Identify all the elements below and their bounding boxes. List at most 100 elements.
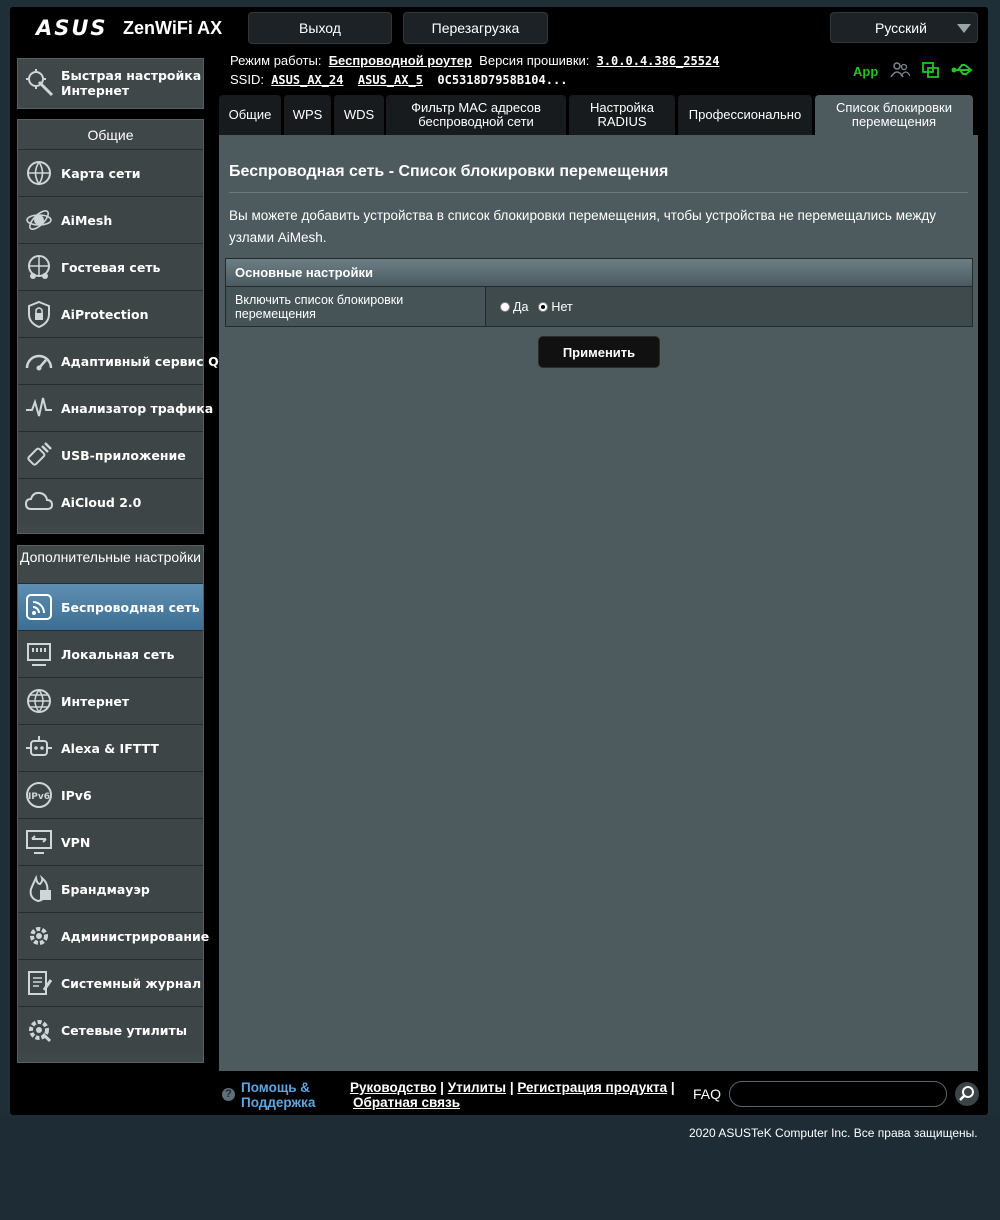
quick-setup-wand-icon bbox=[26, 69, 54, 97]
chevron-down-icon bbox=[957, 24, 971, 33]
general-title: Общие bbox=[87, 127, 134, 143]
language-select[interactable]: Русский bbox=[830, 12, 978, 43]
sidebar-item-vpn[interactable]: VPN bbox=[18, 818, 203, 865]
clients-icon[interactable] bbox=[890, 61, 910, 79]
tab-wps[interactable]: WPS bbox=[284, 95, 331, 135]
model-name: ZenWiFi AX bbox=[123, 18, 223, 38]
feedback-link[interactable]: Обратная связь bbox=[353, 1095, 460, 1110]
basic-settings-table: Основные настройки Включить список блоки… bbox=[225, 258, 973, 327]
help-icon: ? bbox=[222, 1088, 235, 1101]
sidebar-item-label: Карта сети bbox=[61, 165, 141, 181]
sidebar-item-label: AiProtection bbox=[61, 306, 149, 322]
sidebar-item-globe[interactable]: Интернет bbox=[18, 677, 203, 724]
sidebar-item-label: Системный журнал bbox=[61, 975, 202, 991]
page-title: Беспроводная сеть - Список блокировки пе… bbox=[229, 163, 669, 180]
sidebar-item-cloud[interactable]: AiCloud 2.0 bbox=[18, 478, 203, 525]
sidebar-item-alexa[interactable]: Alexa & IFTTT bbox=[18, 724, 203, 771]
sidebar-item-wireless[interactable]: Беспроводная сеть bbox=[18, 583, 203, 630]
advanced-title: Дополнительные настройки bbox=[20, 549, 201, 565]
link-separator: | bbox=[670, 1080, 675, 1095]
vpn-icon bbox=[26, 830, 52, 854]
tab-radius[interactable]: Настройка RADIUS bbox=[569, 95, 675, 135]
tab-roaming-block-list[interactable]: Список блокировки перемещения bbox=[815, 95, 973, 135]
radio-yes[interactable] bbox=[500, 301, 510, 312]
tab-wds[interactable]: WDS bbox=[334, 95, 384, 135]
network-status-icon[interactable] bbox=[921, 61, 941, 79]
manual-link[interactable]: Руководство bbox=[350, 1080, 436, 1095]
network-tools-icon bbox=[29, 1020, 52, 1043]
qos-gauge-icon bbox=[25, 354, 53, 371]
radio-no[interactable] bbox=[538, 301, 549, 312]
mode-label: Режим работы: bbox=[230, 53, 322, 68]
search-button[interactable] bbox=[955, 1082, 979, 1106]
tab-mac-filter[interactable]: Фильтр MAC адресов беспроводной сети bbox=[386, 95, 566, 135]
sidebar-item-lan[interactable]: Локальная сеть bbox=[18, 630, 203, 677]
utilities-link[interactable]: Утилиты bbox=[448, 1080, 506, 1095]
ssid-link-5[interactable]: ASUS_AX_5 bbox=[358, 73, 423, 87]
sidebar-item-network-tools[interactable]: Сетевые утилиты bbox=[18, 1006, 203, 1053]
faq-label: FAQ bbox=[693, 1086, 722, 1102]
sidebar-item-label: USB-приложение bbox=[61, 447, 186, 463]
lan-icon bbox=[27, 643, 51, 666]
cloud-icon bbox=[24, 491, 54, 510]
sidebar-item-gear[interactable]: Администрирование bbox=[18, 912, 209, 959]
sidebar-item-label: Брандмауэр bbox=[61, 881, 150, 897]
help-line2: Поддержка bbox=[241, 1095, 316, 1110]
sidebar-item-label: Гостевая сеть bbox=[61, 259, 161, 275]
sidebar-item-label: AiCloud 2.0 bbox=[61, 494, 142, 510]
sidebar-item-network-map[interactable]: Карта сети bbox=[18, 149, 203, 196]
sidebar-item-system-log[interactable]: Системный журнал bbox=[18, 959, 203, 1006]
gear-icon bbox=[30, 927, 48, 945]
alexa-icon bbox=[26, 736, 52, 756]
tab-general[interactable]: Общие bbox=[219, 95, 281, 135]
sidebar-item-firewall[interactable]: Брандмауэр bbox=[18, 865, 203, 912]
sidebar-item-label: Интернет bbox=[61, 693, 130, 709]
ssid-link-extra[interactable]: 0C5318D7958B104... bbox=[437, 73, 567, 87]
help-support-link[interactable]: Помощь & Поддержка bbox=[241, 1080, 315, 1110]
section-title: Основные настройки bbox=[226, 259, 972, 287]
sidebar-item-label: Адаптивный сервис QoS bbox=[61, 353, 237, 369]
sidebar-item-qos-gauge[interactable]: Адаптивный сервис QoS bbox=[18, 337, 236, 384]
mode-link[interactable]: Беспроводной роутер bbox=[329, 53, 472, 68]
ssid-link-24[interactable]: ASUS_AX_24 bbox=[271, 73, 343, 87]
app-status[interactable]: App bbox=[853, 64, 878, 79]
system-log-icon bbox=[28, 971, 53, 995]
tab-professional[interactable]: Профессионально bbox=[678, 95, 812, 135]
footer-links: Руководство | Утилиты | Регистрация прод… bbox=[350, 1080, 675, 1110]
reboot-button[interactable]: Перезагрузка bbox=[403, 12, 548, 44]
sidebar-item-aimesh[interactable]: AiMesh bbox=[18, 196, 203, 243]
sidebar-item-traffic-analyzer[interactable]: Анализатор трафика bbox=[18, 384, 213, 431]
general-menu: Общие Карта сети AiMesh Гостевая сеть AiPro… bbox=[17, 119, 236, 534]
register-link[interactable]: Регистрация продукта bbox=[517, 1080, 667, 1095]
sidebar-item-usb[interactable]: USB-приложение bbox=[18, 431, 203, 478]
usb-icon bbox=[27, 442, 52, 466]
radio-yes-label: Да bbox=[513, 299, 529, 314]
faq-search-input[interactable] bbox=[729, 1081, 947, 1107]
link-separator: | bbox=[440, 1080, 444, 1095]
apply-button[interactable]: Применить bbox=[538, 336, 660, 368]
traffic-analyzer-icon bbox=[26, 397, 52, 417]
copyright: 2020 ASUSTeK Computer Inc. Все права защ… bbox=[689, 1126, 978, 1140]
svg-text:IPv6: IPv6 bbox=[28, 792, 50, 802]
sidebar-item-label: Сетевые утилиты bbox=[61, 1022, 188, 1038]
sidebar-item-label: Администрирование bbox=[61, 928, 210, 944]
ipv6-icon: IPv6 bbox=[26, 782, 52, 808]
asus-logo: ASUS bbox=[36, 16, 108, 40]
sidebar-item-ipv6[interactable]: IPv6 IPv6 bbox=[18, 771, 203, 818]
logout-button[interactable]: Выход bbox=[248, 12, 392, 44]
sidebar-item-aiprotection-lock[interactable]: AiProtection bbox=[18, 290, 203, 337]
firmware-link[interactable]: 3.0.0.4.386_25524 bbox=[597, 54, 720, 68]
quick-setup-box[interactable]: Быстрая настройка Интернет bbox=[17, 58, 204, 109]
sidebar-item-label: AiMesh bbox=[61, 212, 113, 228]
guest-network-icon bbox=[28, 255, 50, 279]
title-divider bbox=[229, 192, 968, 193]
usb-status-icon[interactable] bbox=[951, 61, 975, 79]
sidebar-item-label: Беспроводная сеть bbox=[61, 599, 200, 615]
sidebar-item-label: VPN bbox=[61, 834, 91, 850]
ssid-label: SSID: bbox=[230, 72, 264, 87]
sidebar-item-guest-network[interactable]: Гостевая сеть bbox=[18, 243, 203, 290]
roaming-block-options: Да Нет bbox=[486, 287, 972, 326]
radio-no-label: Нет bbox=[551, 299, 573, 314]
advanced-menu: Дополнительные настройки Беспроводная се… bbox=[17, 545, 209, 1063]
sidebar-item-label: Alexa & IFTTT bbox=[61, 740, 159, 756]
